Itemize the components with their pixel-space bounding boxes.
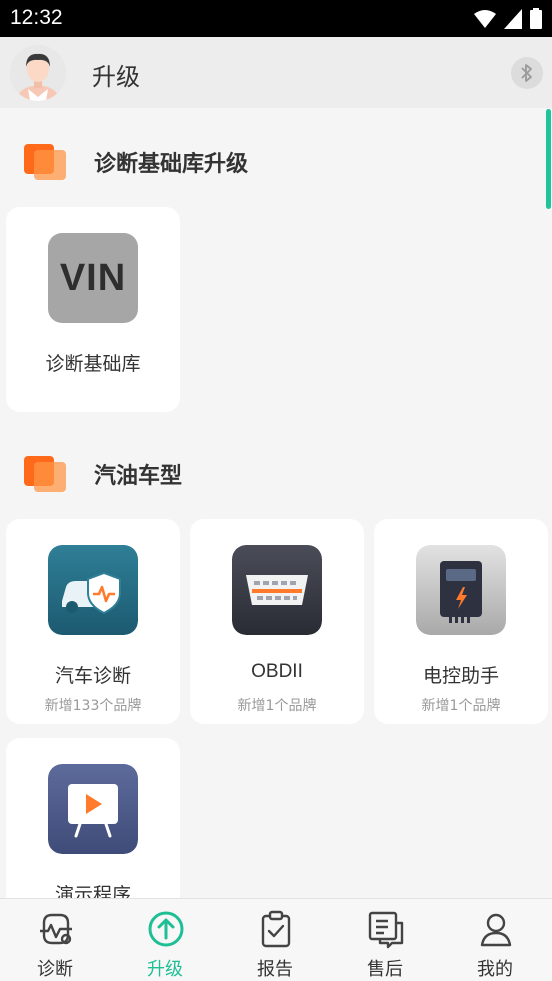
profile-icon [480,913,512,947]
tab-label: 报告 [257,959,293,980]
battery-icon [530,8,542,29]
tab-report[interactable]: 报告 [220,899,330,981]
section-title: 汽油车型 [94,464,183,489]
card-name: 电控助手 [422,665,499,687]
card-obdii[interactable]: OBDII 新增1个品牌 [190,519,364,724]
tab-profile[interactable]: 我的 [440,899,550,981]
section-gasoline-models: 汽油车型 [24,454,182,494]
card-ecu-helper[interactable]: 电控助手 新增1个品牌 [374,519,548,724]
car-diagnosis-icon [48,545,138,635]
card-diagnosis-library[interactable]: VIN 诊断基础库 [6,207,180,412]
demo-play-icon [48,764,138,854]
obd-connector-icon [232,545,322,635]
report-icon [261,910,291,948]
section-title: 诊断基础库升级 [94,152,249,177]
tab-after-sales[interactable]: 售后 [330,899,440,981]
avatar[interactable] [10,45,66,101]
tab-label: 售后 [367,959,403,980]
vin-icon: VIN [48,233,138,323]
card-name: 演示程序 [54,884,131,898]
bluetooth-icon [521,64,532,82]
wifi-icon [474,9,496,28]
card-subtitle: 新增1个品牌 [237,698,317,714]
bluetooth-button[interactable] [511,57,543,89]
tab-diagnosis[interactable]: 诊断 [0,899,110,981]
card-name: 诊断基础库 [45,353,141,375]
cellular-signal-icon [504,8,522,29]
tab-label: 诊断 [37,959,73,980]
card-subtitle: 新增1个品牌 [421,698,501,714]
tab-upgrade[interactable]: 升级 [110,899,220,981]
vin-icon-text: VIN [59,256,127,299]
status-icons [474,8,542,29]
section-diagnosis-library: 诊断基础库升级 [24,142,248,182]
avatar-icon [10,45,66,101]
diagnosis-icon [40,913,72,945]
bottom-tab-bar: 诊断 升级 报告 售后 我的 [0,898,552,981]
tab-label: 升级 [147,959,183,980]
card-name: 汽车诊断 [54,665,131,687]
status-bar: 12:32 [0,0,552,37]
card-car-diagnosis[interactable]: 汽车诊断 新增133个品牌 [6,519,180,724]
after-sales-icon [368,911,404,949]
page-title: 升级 [92,63,140,91]
section-mark-icon [24,144,68,180]
tab-label: 我的 [477,959,513,980]
app-header: 升级 [0,37,552,108]
card-subtitle: 新增133个品牌 [44,698,142,714]
upgrade-content: 诊断基础库升级 VIN 诊断基础库 汽油车型 汽车诊断 新增133个品牌 OBD… [0,108,552,898]
upgrade-icon [148,911,184,947]
status-time: 12:32 [10,6,63,29]
section-mark-icon [24,456,68,492]
card-name: OBDII [251,661,303,682]
ecu-helper-icon [416,545,506,635]
card-demo-program[interactable]: 演示程序 [6,738,180,898]
